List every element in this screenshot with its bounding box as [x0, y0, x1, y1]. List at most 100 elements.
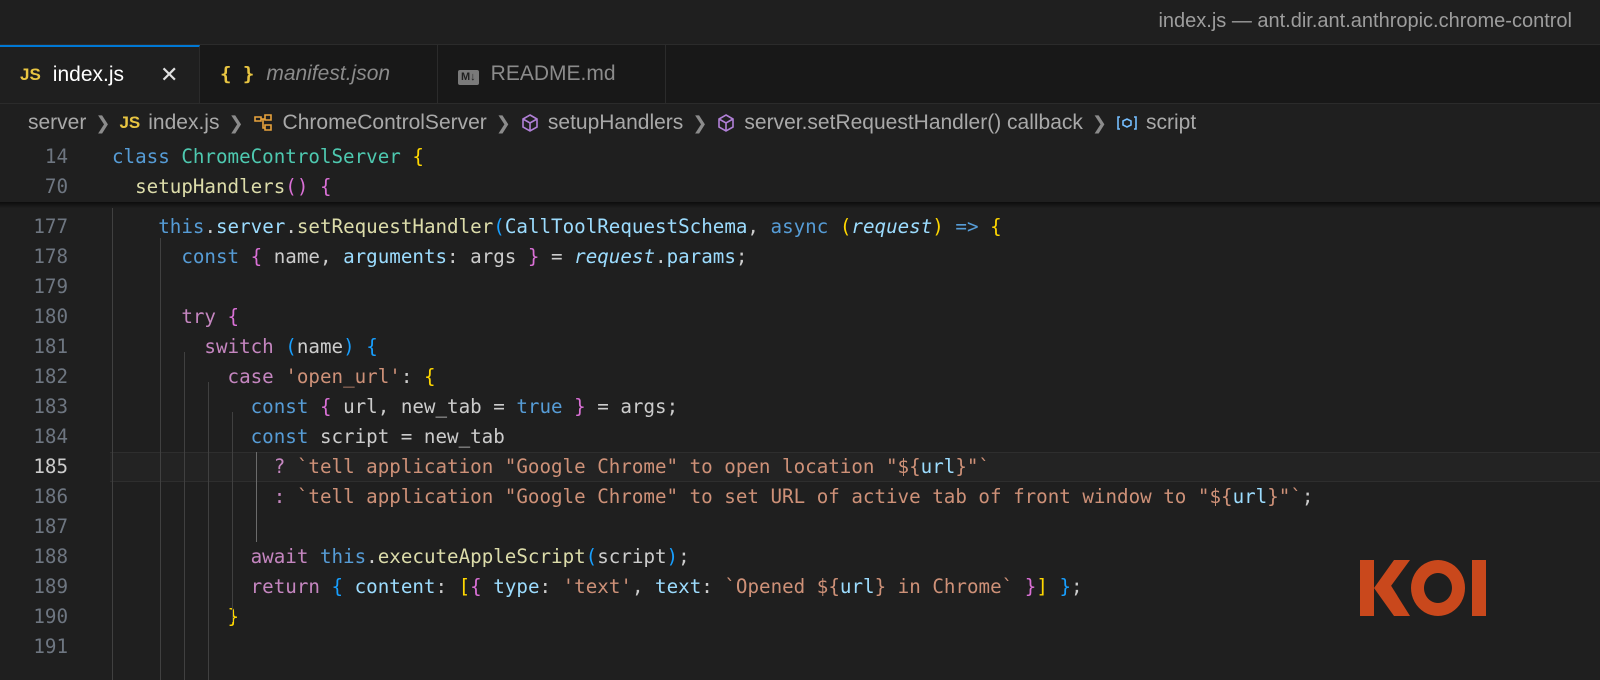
code-line[interactable]: 184 const script = new_tab	[0, 422, 1600, 452]
code-token: .	[285, 215, 297, 238]
code-token: ]	[1036, 575, 1048, 598]
code-token: text	[655, 575, 702, 598]
code-token: executeAppleScript	[377, 545, 586, 568]
code-token: } in Chrome`	[874, 575, 1014, 598]
code-token: }"`	[955, 455, 990, 478]
line-number: 187	[33, 515, 68, 538]
code-line[interactable]: 178 const { name, arguments: args } = re…	[0, 242, 1600, 272]
code-token: )	[666, 545, 679, 568]
code-token: ChromeControlServer	[181, 145, 401, 168]
line-number: 180	[33, 305, 68, 328]
code-line[interactable]: 181 switch (name) {	[0, 332, 1600, 362]
line-number: 14	[44, 145, 68, 168]
code-token: {	[423, 365, 436, 388]
tab-index-js[interactable]: JS index.js ✕	[0, 45, 200, 103]
code-line[interactable]: 191	[0, 632, 1600, 662]
code-line[interactable]: 177 this.server.setRequestHandler(CallTo…	[0, 212, 1600, 242]
code-token: setupHandlers	[135, 175, 286, 198]
breadcrumb-item-server[interactable]: server	[28, 111, 86, 135]
tab-manifest-json[interactable]: { } manifest.json	[200, 45, 438, 103]
koi-watermark-logo	[1360, 560, 1486, 616]
code-token: }	[574, 395, 586, 418]
tab-label: README.md	[490, 62, 616, 85]
breadcrumb-item-index-js[interactable]: JS index.js	[119, 111, 219, 135]
code-token: try	[181, 305, 216, 328]
code-token: = args;	[585, 395, 679, 418]
code-token: 'open_url'	[285, 365, 401, 388]
sticky-scroll-line[interactable]: 14 class ChromeControlServer {	[0, 142, 1600, 172]
breadcrumb-item-method-setuphandlers[interactable]: setupHandlers	[520, 111, 683, 135]
code-line[interactable]: 187	[0, 512, 1600, 542]
code-line[interactable]: 180 try {	[0, 302, 1600, 332]
code-token: }	[1024, 575, 1037, 598]
breadcrumb-item-class[interactable]: ChromeControlServer	[253, 111, 487, 135]
sticky-scroll-line[interactable]: 70 setupHandlers() {	[0, 172, 1600, 202]
code-token: this	[319, 545, 367, 568]
code-token: content	[354, 575, 436, 598]
code-line[interactable]: 179	[0, 272, 1600, 302]
line-code: class ChromeControlServer {	[112, 142, 424, 172]
code-token: script = new_tab	[308, 425, 505, 448]
code-line[interactable]: 186 : `tell application "Google Chrome" …	[0, 482, 1600, 512]
code-token: )	[932, 215, 944, 238]
line-number: 190	[33, 605, 68, 628]
line-number: 188	[33, 545, 68, 568]
breadcrumb-label: setupHandlers	[547, 111, 684, 134]
code-token: )	[343, 335, 355, 358]
method-icon	[520, 113, 540, 133]
line-number: 179	[33, 275, 68, 298]
code-token: :	[400, 365, 424, 388]
close-icon[interactable]: ✕	[160, 62, 178, 88]
line-number: 177	[33, 215, 68, 238]
line-number: 191	[33, 635, 68, 658]
code-token: setRequestHandler	[296, 215, 494, 238]
code-token: `tell application "Google Chrome" to set…	[296, 485, 1233, 508]
code-token: await	[250, 545, 309, 568]
line-code: switch (name) {	[112, 332, 377, 362]
code-token: :	[539, 575, 563, 598]
breadcrumb-item-callback[interactable]: server.setRequestHandler() callback	[716, 111, 1083, 135]
code-token: ;	[1071, 575, 1083, 598]
tab-readme-md[interactable]: M↓ README.md	[438, 45, 666, 103]
code-token: class	[112, 145, 182, 168]
code-line[interactable]: 182 case 'open_url': {	[0, 362, 1600, 392]
code-token: {	[412, 145, 424, 168]
breadcrumb-item-script[interactable]: script	[1116, 111, 1196, 135]
code-token: switch	[204, 335, 274, 358]
code-token: const	[181, 245, 240, 268]
code-token: ,	[747, 215, 771, 238]
code-token: name	[296, 335, 344, 358]
code-line[interactable]: 183 const { url, new_tab = true } = args…	[0, 392, 1600, 422]
indent-guide-active	[256, 452, 257, 542]
line-code: : `tell application "Google Chrome" to s…	[112, 482, 1314, 512]
code-line[interactable]: 185 ? `tell application "Google Chrome" …	[0, 452, 1600, 482]
code-token: {	[990, 215, 1002, 238]
code-token: [	[458, 575, 471, 598]
line-number: 70	[44, 175, 68, 198]
code-token: {	[319, 175, 332, 198]
code-token: ;	[1301, 485, 1314, 508]
code-token: {	[331, 575, 344, 598]
line-code: this.server.setRequestHandler(CallToolRe…	[112, 212, 1002, 242]
code-token: ?	[273, 455, 286, 478]
code-token: request	[574, 245, 656, 268]
code-token: url	[839, 575, 875, 598]
line-number: 178	[33, 245, 68, 268]
